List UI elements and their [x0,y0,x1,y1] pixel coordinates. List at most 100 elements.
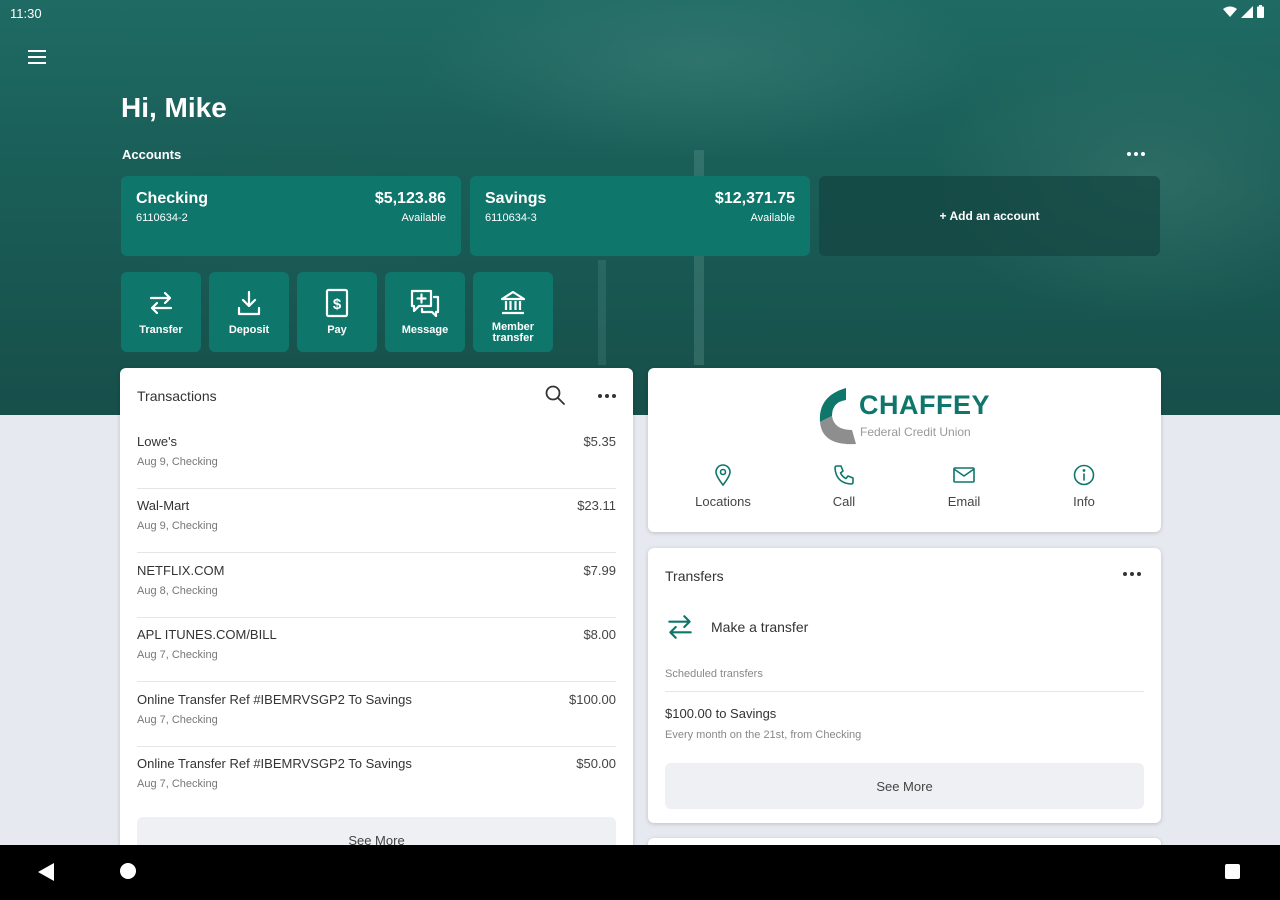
recent-apps-icon[interactable] [1225,864,1240,879]
transactions-title: Transactions [137,388,217,404]
info-button[interactable]: Info [1024,464,1144,518]
action-label: Message [401,324,449,336]
scheduled-transfer-title: $100.00 to Savings [665,706,777,721]
transaction-row[interactable]: Online Transfer Ref #IBEMRVSGP2 To Savin… [137,682,616,747]
add-account-button[interactable]: + Add an account [819,176,1160,256]
member-transfer-action-button[interactable]: Member transfer [473,272,553,352]
accounts-label: Accounts [122,147,182,162]
greeting-title: Hi, Mike [121,92,227,123]
chaffey-logo: CHAFFEY Federal Credit Union [816,386,996,448]
battery-icon [1257,5,1264,18]
message-action-button[interactable]: Message [385,272,465,352]
more-dots-icon [1123,572,1141,576]
transaction-date-account: Aug 7, Checking [137,714,218,726]
action-label: Transfer [139,324,183,336]
balance-label: Available [401,212,446,224]
location-pin-icon [715,464,731,486]
hamburger-menu-icon [28,50,46,64]
call-button[interactable]: Call [784,464,904,518]
deposit-icon [237,290,261,316]
make-transfer-label: Make a transfer [711,619,809,635]
account-card-checking[interactable]: Checking $5,123.86 6110634-2 Available [121,176,461,256]
account-card-savings[interactable]: Savings $12,371.75 6110634-3 Available [470,176,810,256]
transaction-description: Online Transfer Ref #IBEMRVSGP2 To Savin… [137,756,412,771]
transfer-icon [149,291,173,315]
email-button[interactable]: Email [904,464,1024,518]
contact-label: Locations [695,494,751,509]
transaction-amount: $8.00 [583,627,616,642]
scheduled-transfers-label: Scheduled transfers [665,668,763,680]
balance-label: Available [750,212,795,224]
info-icon [1073,464,1095,486]
deposit-action-button[interactable]: Deposit [209,272,289,352]
transaction-date-account: Aug 9, Checking [137,520,218,532]
home-icon[interactable] [120,863,136,879]
wifi-icon [1223,6,1237,17]
status-icons [1223,5,1264,18]
action-label: Deposit [228,324,270,336]
transaction-amount: $23.11 [577,498,616,513]
bank-icon [500,290,526,315]
background-post [598,260,606,365]
search-icon [545,385,565,405]
transaction-date-account: Aug 7, Checking [137,649,218,661]
transaction-amount: $100.00 [569,692,616,707]
accounts-more-button[interactable] [1121,142,1151,166]
menu-button[interactable] [22,42,52,72]
transaction-row[interactable]: APL ITUNES.COM/BILL $8.00 Aug 7, Checkin… [137,617,616,682]
email-icon [953,467,975,483]
scheduled-transfer-detail: Every month on the 21st, from Checking [665,729,862,741]
signal-icon [1241,5,1253,18]
account-name: Checking [136,190,209,207]
transfers-more-button[interactable] [1120,564,1144,584]
transaction-date-account: Aug 7, Checking [137,778,218,790]
transaction-amount: $50.00 [576,756,616,771]
transaction-row[interactable]: Lowe's $5.35 Aug 9, Checking [137,424,616,489]
phone-icon [834,465,854,485]
system-nav-bar [0,845,1280,900]
transaction-date-account: Aug 9, Checking [137,456,218,468]
transfers-see-more-button[interactable]: See More [665,763,1144,809]
brand-name: CHAFFEY [859,390,990,420]
account-balance: $5,123.86 [374,190,446,207]
account-name: Savings [485,190,547,207]
contact-label: Email [947,494,981,509]
transaction-amount: $7.99 [583,563,616,578]
transaction-amount: $5.35 [583,434,616,449]
action-label: Pay [327,324,347,336]
status-time: 11:30 [10,6,42,21]
transaction-row[interactable]: Online Transfer Ref #IBEMRVSGP2 To Savin… [137,746,616,811]
more-dots-icon [598,394,616,398]
transaction-description: Wal-Mart [137,498,190,513]
transfers-title: Transfers [665,568,724,584]
pay-action-button[interactable]: $ Pay [297,272,377,352]
contact-label: Call [832,494,856,509]
transfer-action-button[interactable]: Transfer [121,272,201,352]
action-label: Member transfer [491,321,535,344]
transactions-card: Transactions Lowe's $5.35 Aug 9, Checkin… [120,368,633,868]
transfer-icon [668,615,692,639]
contact-label: Info [1073,494,1095,509]
svg-text:$: $ [333,296,342,313]
locations-button[interactable]: Locations [663,464,783,518]
transactions-search-button[interactable] [544,384,568,408]
pay-icon: $ [325,288,349,318]
scheduled-transfer-item[interactable]: $100.00 to Savings Every month on the 21… [665,706,861,741]
back-icon[interactable] [38,863,54,881]
transaction-description: APL ITUNES.COM/BILL [137,627,277,642]
account-number: 6110634-3 [485,212,537,224]
message-icon [410,289,440,318]
transaction-description: Lowe's [137,434,178,449]
brand-subtitle: Federal Credit Union [860,425,971,439]
transaction-row[interactable]: NETFLIX.COM $7.99 Aug 8, Checking [137,553,616,618]
status-bar: 11:30 [0,0,1280,26]
more-dots-icon [1127,152,1145,156]
transaction-row[interactable]: Wal-Mart $23.11 Aug 9, Checking [137,488,616,553]
transaction-date-account: Aug 8, Checking [137,585,218,597]
make-transfer-button[interactable]: Make a transfer [665,610,808,644]
credit-union-card: CHAFFEY Federal Credit Union Locations C… [648,368,1161,532]
account-balance: $12,371.75 [714,190,795,207]
divider [665,691,1144,692]
account-number: 6110634-2 [136,212,188,224]
transactions-more-button[interactable] [595,386,619,406]
